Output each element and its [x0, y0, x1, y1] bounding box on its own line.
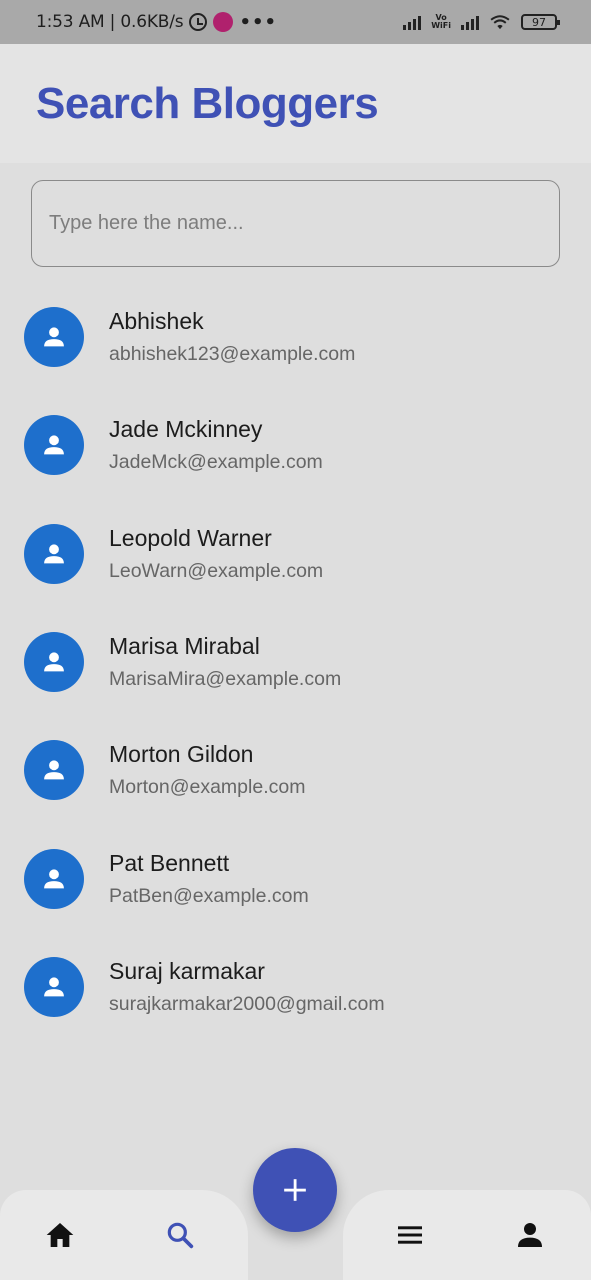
item-text: Suraj karmakar surajkarmakar2000@gmail.c…	[109, 958, 385, 1016]
search-field[interactable]	[31, 180, 560, 267]
home-icon	[46, 1223, 74, 1247]
blogger-name: Jade Mckinney	[109, 416, 263, 443]
battery-icon: 97	[521, 14, 560, 30]
list-item[interactable]: Pat Bennett PatBen@example.com	[0, 824, 591, 932]
blogger-name: Pat Bennett	[109, 849, 230, 876]
blogger-email: Morton@example.com	[109, 776, 306, 799]
avatar	[24, 523, 84, 584]
blogger-name: Morton Gildon	[109, 741, 254, 768]
status-bar: 1:53 AM | 0.6KB/s ••• Vo WiFi 97	[0, 0, 591, 44]
avatar	[24, 956, 84, 1017]
person-icon	[518, 1223, 542, 1247]
item-text: Marisa Mirabal MarisaMira@example.com	[109, 633, 341, 691]
blogger-name: Suraj karmakar	[109, 957, 265, 984]
more-notifications-icon: •••	[239, 11, 277, 33]
person-icon	[44, 977, 64, 997]
blogger-name: Leopold Warner	[109, 524, 272, 551]
person-icon	[44, 435, 64, 455]
person-icon	[44, 327, 64, 347]
app-bar: Search Bloggers	[0, 44, 591, 163]
vowifi-icon: Vo WiFi	[431, 13, 451, 30]
status-right: Vo WiFi 97	[403, 13, 560, 30]
item-text: Leopold Warner LeoWarn@example.com	[109, 525, 323, 583]
person-icon	[44, 869, 64, 888]
blogger-email: LeoWarn@example.com	[109, 559, 324, 582]
nav-home-button[interactable]	[40, 1215, 80, 1255]
search-input[interactable]	[49, 212, 559, 235]
list-item[interactable]: Leopold Warner LeoWarn@example.com	[0, 500, 591, 608]
avatar	[24, 740, 84, 801]
person-icon	[44, 760, 64, 780]
person-icon	[44, 652, 64, 672]
signal-icon-2	[461, 14, 479, 30]
add-button[interactable]	[253, 1148, 337, 1232]
signal-icon	[403, 14, 422, 30]
list-item[interactable]: Suraj karmakar surajkarmakar2000@gmail.c…	[0, 933, 591, 1041]
nav-menu-button[interactable]	[390, 1215, 430, 1255]
blogger-email: surajkarmakar2000@gmail.com	[109, 992, 385, 1015]
blogger-email: PatBen@example.com	[109, 884, 309, 907]
avatar	[24, 307, 84, 368]
menu-icon	[398, 1226, 422, 1244]
bottom-nav-right	[343, 1190, 591, 1280]
search-icon	[167, 1222, 194, 1249]
bottom-nav-left	[0, 1190, 248, 1280]
alarm-icon	[189, 13, 208, 31]
list-item[interactable]: Jade Mckinney JadeMck@example.com	[0, 391, 591, 499]
list-item[interactable]: Abhishek abhishek123@example.com	[0, 283, 591, 391]
wifi-icon	[490, 15, 510, 30]
person-icon	[44, 544, 64, 564]
item-text: Abhishek abhishek123@example.com	[109, 308, 355, 366]
item-text: Pat Bennett PatBen@example.com	[109, 850, 309, 908]
page-title: Search Bloggers	[36, 78, 379, 128]
avatar	[24, 848, 84, 909]
blogger-email: MarisaMira@example.com	[109, 668, 342, 691]
status-time-speed: 1:53 AM | 0.6KB/s	[36, 12, 184, 32]
avatar	[24, 632, 84, 693]
list-item[interactable]: Marisa Mirabal MarisaMira@example.com	[0, 608, 591, 716]
list-item[interactable]: Morton Gildon Morton@example.com	[0, 716, 591, 824]
item-text: Morton Gildon Morton@example.com	[109, 741, 305, 799]
nav-search-button[interactable]	[160, 1215, 200, 1255]
plus-icon	[284, 1179, 306, 1201]
blogger-email: JadeMck@example.com	[109, 451, 323, 474]
blogger-list: Abhishek abhishek123@example.com Jade Mc…	[0, 283, 591, 1041]
item-text: Jade Mckinney JadeMck@example.com	[109, 416, 323, 474]
notification-app-icon	[213, 12, 234, 32]
blogger-email: abhishek123@example.com	[109, 343, 356, 366]
nav-profile-button[interactable]	[510, 1215, 550, 1255]
avatar	[24, 415, 84, 476]
blogger-name: Abhishek	[109, 308, 204, 335]
status-left: 1:53 AM | 0.6KB/s •••	[36, 12, 277, 33]
blogger-name: Marisa Mirabal	[109, 633, 260, 660]
